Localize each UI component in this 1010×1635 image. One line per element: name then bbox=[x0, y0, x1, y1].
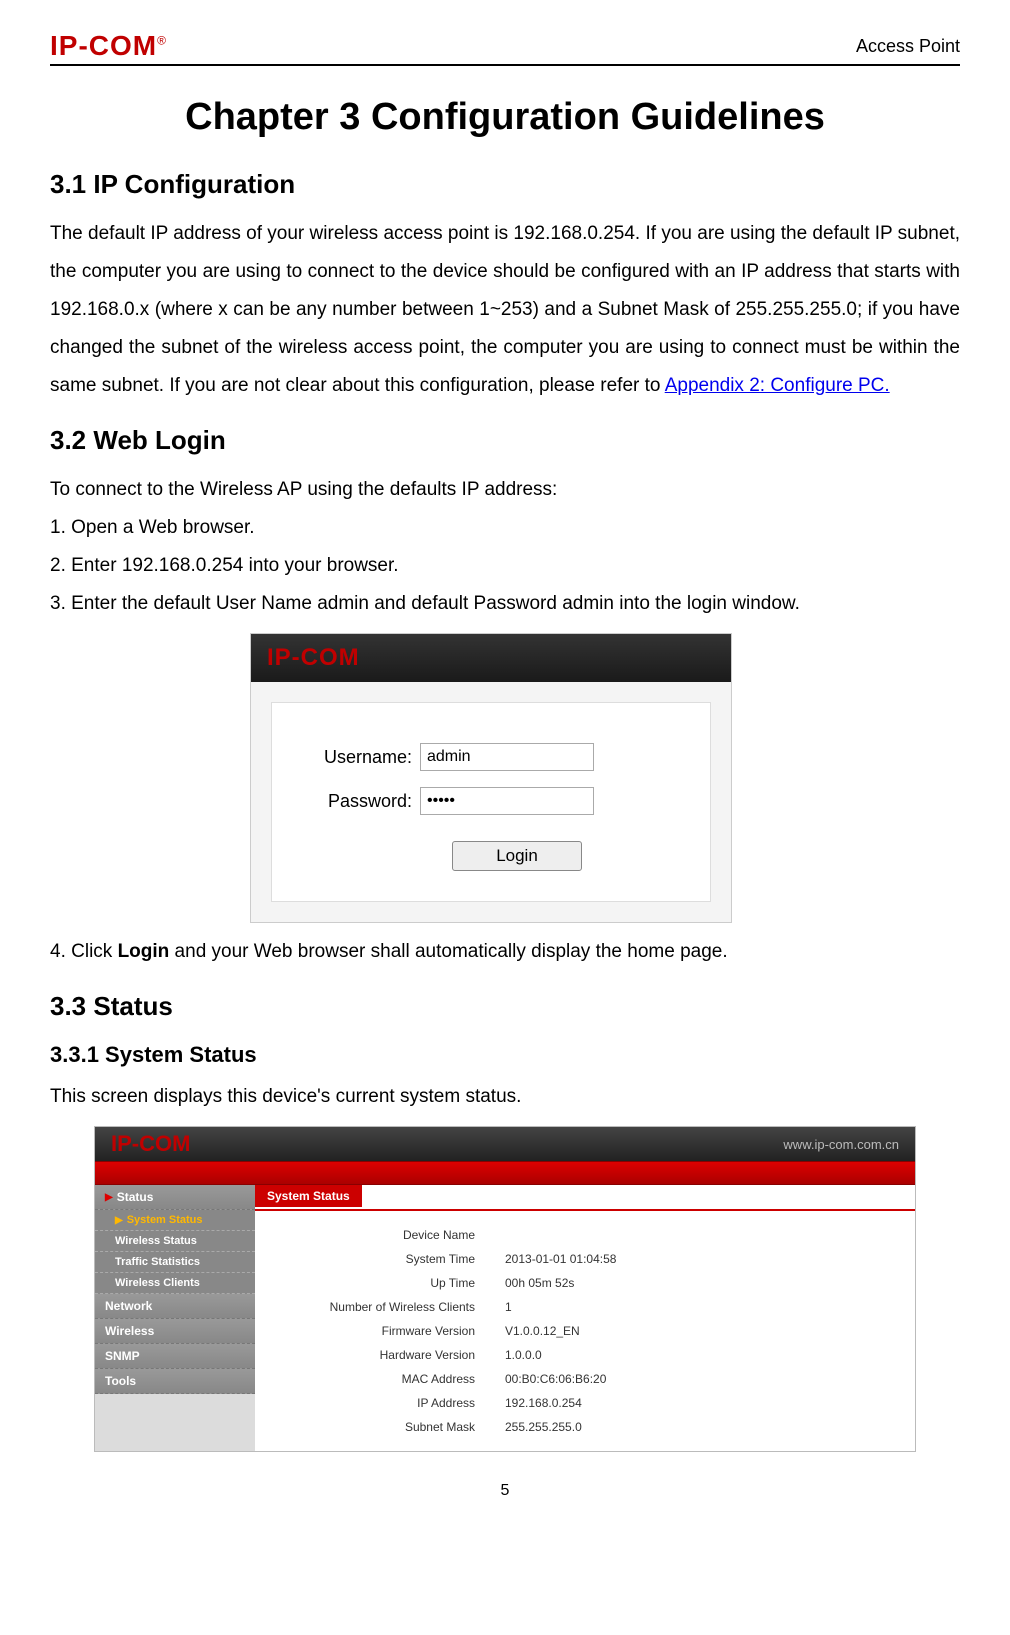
field-system-time-label: System Time bbox=[255, 1252, 505, 1266]
field-clients-value: 1 bbox=[505, 1300, 512, 1314]
sidebar-wireless[interactable]: Wireless bbox=[95, 1319, 255, 1344]
username-input[interactable] bbox=[420, 743, 594, 771]
sidebar-item-system-status[interactable]: ▶ System Status bbox=[95, 1210, 255, 1231]
login-screenshot-panel: IP-COM Username: Password: Login bbox=[250, 633, 732, 923]
logo-text: IP-COM bbox=[50, 30, 157, 61]
section-31-paragraph: The default IP address of your wireless … bbox=[50, 215, 960, 405]
step-2: 2. Enter 192.168.0.254 into your browser… bbox=[50, 547, 960, 585]
status-screenshot-panel: IP-COM www.ip-com.com.cn ▶ Status ▶ System… bbox=[94, 1126, 916, 1452]
login-logo: IP-COM bbox=[267, 644, 360, 671]
arrow-icon: ▶ bbox=[105, 1192, 113, 1203]
sidebar-snmp[interactable]: SNMP bbox=[95, 1344, 255, 1369]
section-31-text: The default IP address of your wireless … bbox=[50, 223, 960, 396]
page-header: IP-COM® Access Point bbox=[50, 30, 960, 66]
field-mac-value: 00:B0:C6:06:B6:20 bbox=[505, 1372, 606, 1386]
step-3: 3. Enter the default User Name admin and… bbox=[50, 585, 960, 623]
section-31-heading: 3.1 IP Configuration bbox=[50, 169, 960, 200]
sidebar-item-label: System Status bbox=[127, 1214, 203, 1226]
field-clients-label: Number of Wireless Clients bbox=[255, 1300, 505, 1314]
step-4-bold: Login bbox=[118, 941, 170, 962]
login-body: Username: Password: Login bbox=[271, 702, 711, 902]
login-header: IP-COM bbox=[251, 634, 731, 682]
field-mac-label: MAC Address bbox=[255, 1372, 505, 1386]
field-up-time-value: 00h 05m 52s bbox=[505, 1276, 574, 1290]
status-sidebar: ▶ Status ▶ System Status Wireless Status T… bbox=[95, 1185, 255, 1451]
field-system-time-value: 2013-01-01 01:04:58 bbox=[505, 1252, 616, 1266]
header-logo: IP-COM® bbox=[50, 30, 167, 62]
section-331-heading: 3.3.1 System Status bbox=[50, 1042, 960, 1068]
field-subnet-value: 255.255.255.0 bbox=[505, 1420, 582, 1434]
sidebar-status[interactable]: ▶ Status bbox=[95, 1185, 255, 1210]
section-33-text: This screen displays this device's curre… bbox=[50, 1078, 960, 1116]
sidebar-item-traffic-statistics[interactable]: Traffic Statistics bbox=[95, 1252, 255, 1273]
password-input[interactable] bbox=[420, 787, 594, 815]
appendix-link[interactable]: Appendix 2: Configure PC. bbox=[665, 375, 890, 396]
username-label: Username: bbox=[302, 747, 420, 768]
system-status-tab[interactable]: System Status bbox=[255, 1185, 362, 1207]
sidebar-status-label: Status bbox=[117, 1190, 154, 1204]
status-logo: IP-COM bbox=[111, 1131, 190, 1157]
header-right-text: Access Point bbox=[856, 36, 960, 57]
arrow-icon: ▶ bbox=[115, 1215, 123, 1226]
field-subnet-label: Subnet Mask bbox=[255, 1420, 505, 1434]
field-device-name-label: Device Name bbox=[255, 1228, 505, 1242]
status-header: IP-COM www.ip-com.com.cn bbox=[95, 1127, 915, 1161]
section-33-heading: 3.3 Status bbox=[50, 991, 960, 1022]
field-ip-label: IP Address bbox=[255, 1396, 505, 1410]
step-1: 1. Open a Web browser. bbox=[50, 509, 960, 547]
status-content: System Status Device Name System Time201… bbox=[255, 1185, 915, 1451]
step-4-a: 4. Click bbox=[50, 941, 118, 962]
login-button[interactable]: Login bbox=[452, 841, 582, 871]
step-4-c: and your Web browser shall automatically… bbox=[169, 941, 727, 962]
field-firmware-value: V1.0.0.12_EN bbox=[505, 1324, 580, 1338]
page-number: 5 bbox=[50, 1462, 960, 1520]
field-firmware-label: Firmware Version bbox=[255, 1324, 505, 1338]
field-up-time-label: Up Time bbox=[255, 1276, 505, 1290]
sidebar-item-wireless-status[interactable]: Wireless Status bbox=[95, 1231, 255, 1252]
section-32-heading: 3.2 Web Login bbox=[50, 425, 960, 456]
field-hardware-value: 1.0.0.0 bbox=[505, 1348, 542, 1362]
sidebar-tools[interactable]: Tools bbox=[95, 1369, 255, 1394]
password-label: Password: bbox=[302, 791, 420, 812]
sidebar-item-wireless-clients[interactable]: Wireless Clients bbox=[95, 1273, 255, 1294]
step-4: 4. Click Login and your Web browser shal… bbox=[50, 933, 960, 971]
section-32-intro: To connect to the Wireless AP using the … bbox=[50, 471, 960, 509]
field-ip-value: 192.168.0.254 bbox=[505, 1396, 582, 1410]
sidebar-network[interactable]: Network bbox=[95, 1294, 255, 1319]
field-hardware-label: Hardware Version bbox=[255, 1348, 505, 1362]
chapter-title: Chapter 3 Configuration Guidelines bbox=[50, 96, 960, 139]
registered-icon: ® bbox=[157, 34, 167, 48]
red-nav-bar bbox=[95, 1161, 915, 1185]
status-fields: Device Name System Time2013-01-01 01:04:… bbox=[255, 1209, 915, 1451]
status-url: www.ip-com.com.cn bbox=[783, 1137, 899, 1152]
